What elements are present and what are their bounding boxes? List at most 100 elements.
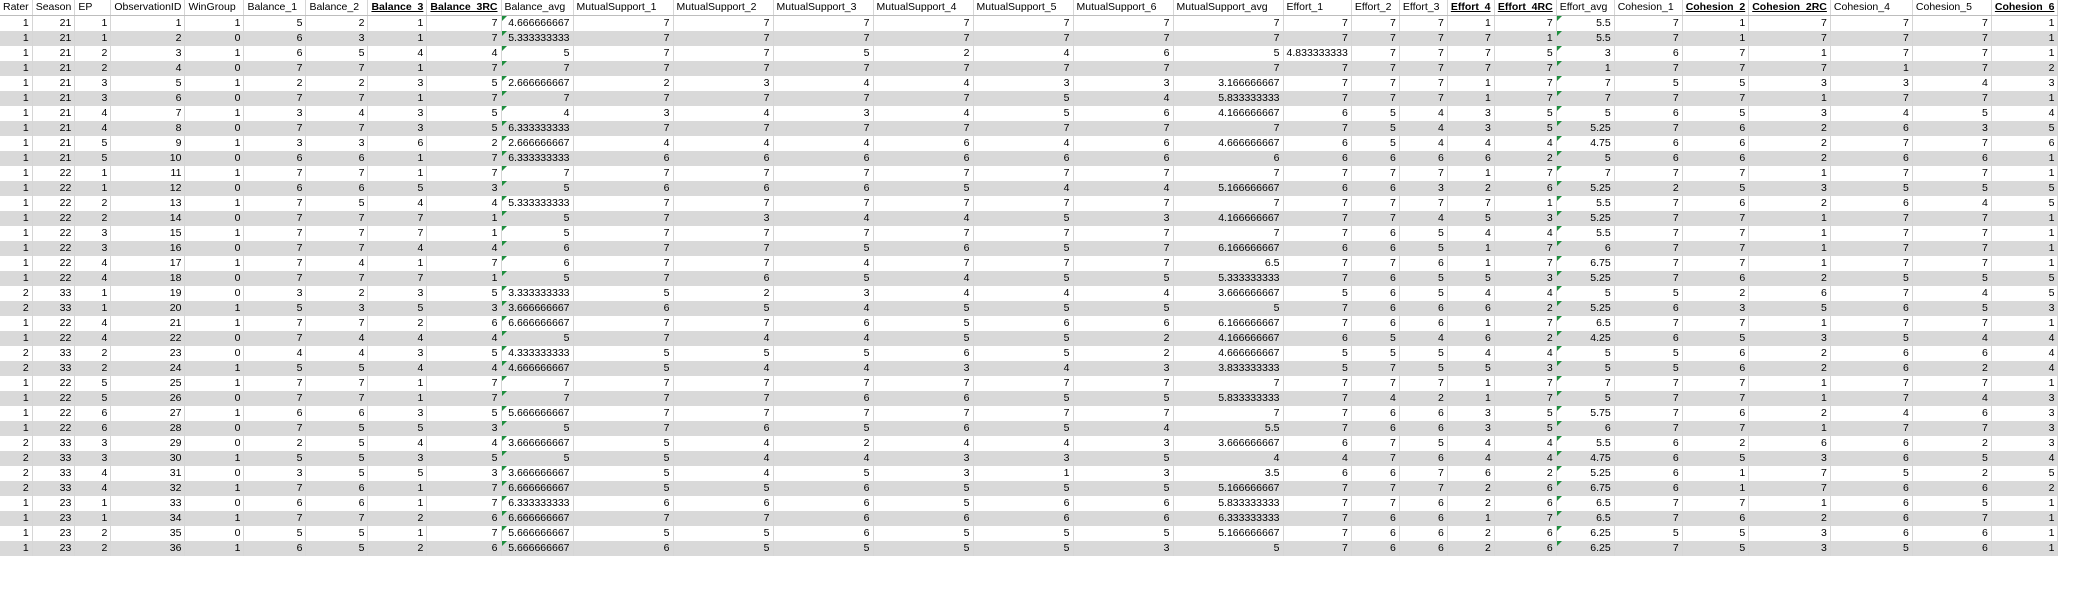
table-cell[interactable]: 4 bbox=[74, 256, 112, 271]
table-cell[interactable]: 6.333333333 bbox=[501, 151, 574, 166]
table-cell[interactable]: 7 bbox=[243, 226, 307, 241]
table-cell[interactable]: 2 bbox=[74, 46, 112, 61]
table-cell[interactable]: 5 bbox=[305, 196, 369, 211]
table-cell[interactable]: 5 bbox=[773, 541, 874, 556]
table-cell[interactable]: 6 bbox=[1682, 271, 1750, 286]
table-cell[interactable]: 1 bbox=[74, 31, 112, 46]
table-cell[interactable]: 22 bbox=[32, 391, 76, 406]
column-header[interactable]: Effort_2 bbox=[1351, 0, 1400, 16]
table-cell[interactable]: 7 bbox=[1351, 61, 1400, 76]
column-header[interactable]: Effort_3 bbox=[1399, 0, 1448, 16]
table-cell[interactable]: 1 bbox=[1447, 76, 1495, 91]
table-cell[interactable]: 2 bbox=[74, 211, 112, 226]
table-cell[interactable]: 6 bbox=[1614, 466, 1683, 481]
table-cell[interactable]: 26 bbox=[110, 391, 186, 406]
table-cell[interactable]: 1 bbox=[1991, 541, 2059, 556]
table-cell[interactable]: 5 bbox=[1399, 286, 1448, 301]
table-cell[interactable]: 6 bbox=[1351, 316, 1400, 331]
table-cell[interactable]: 7 bbox=[243, 271, 307, 286]
table-cell[interactable]: 7 bbox=[426, 526, 502, 541]
table-cell[interactable]: 6 bbox=[305, 481, 369, 496]
table-cell[interactable]: 4 bbox=[673, 106, 774, 121]
table-cell[interactable]: 27 bbox=[110, 406, 186, 421]
column-header[interactable]: EP bbox=[74, 0, 112, 16]
table-cell[interactable]: 7 bbox=[426, 481, 502, 496]
table-cell[interactable]: 1 bbox=[1991, 166, 2059, 181]
table-cell[interactable]: 5 bbox=[243, 361, 307, 376]
table-cell[interactable]: 4 bbox=[305, 346, 369, 361]
table-cell[interactable]: 2 bbox=[1748, 406, 1831, 421]
table-cell[interactable]: 7 bbox=[1494, 316, 1557, 331]
table-cell[interactable]: 4 bbox=[873, 286, 974, 301]
table-cell[interactable]: 5 bbox=[1682, 526, 1750, 541]
table-cell[interactable]: 2 bbox=[0, 451, 33, 466]
table-cell[interactable]: 2.666666667 bbox=[501, 136, 574, 151]
table-cell[interactable]: 7 bbox=[873, 61, 974, 76]
table-cell[interactable]: 5 bbox=[1494, 121, 1557, 136]
table-cell[interactable]: 6 bbox=[1912, 346, 1992, 361]
table-cell[interactable]: 16 bbox=[110, 241, 186, 256]
table-cell[interactable]: 7 bbox=[501, 91, 574, 106]
table-cell[interactable]: 4 bbox=[773, 331, 874, 346]
table-cell[interactable]: 5 bbox=[873, 181, 974, 196]
table-cell[interactable]: 7 bbox=[1748, 481, 1831, 496]
table-cell[interactable]: 7 bbox=[1682, 391, 1750, 406]
table-cell[interactable]: 6 bbox=[305, 151, 369, 166]
table-cell[interactable]: 4 bbox=[74, 316, 112, 331]
table-cell[interactable]: 6 bbox=[1682, 511, 1750, 526]
table-cell[interactable]: 6.166666667 bbox=[1173, 241, 1284, 256]
table-cell[interactable]: 6 bbox=[1073, 151, 1174, 166]
table-cell[interactable]: 1 bbox=[184, 136, 245, 151]
table-cell[interactable]: 4 bbox=[367, 331, 428, 346]
table-cell[interactable]: 1 bbox=[367, 391, 428, 406]
table-cell[interactable]: 5.25 bbox=[1556, 211, 1615, 226]
table-cell[interactable]: 7 bbox=[773, 196, 874, 211]
table-cell[interactable]: 7 bbox=[501, 391, 574, 406]
table-cell[interactable]: 7 bbox=[1073, 166, 1174, 181]
table-cell[interactable]: 3 bbox=[74, 226, 112, 241]
table-cell[interactable]: 1 bbox=[184, 46, 245, 61]
table-cell[interactable]: 6 bbox=[673, 271, 774, 286]
table-cell[interactable]: 3 bbox=[1399, 181, 1448, 196]
table-cell[interactable]: 34 bbox=[110, 511, 186, 526]
table-cell[interactable]: 4 bbox=[367, 241, 428, 256]
table-cell[interactable]: 4 bbox=[1399, 211, 1448, 226]
table-cell[interactable]: 5 bbox=[973, 346, 1074, 361]
table-cell[interactable]: 5 bbox=[973, 271, 1074, 286]
table-cell[interactable]: 22 bbox=[32, 271, 76, 286]
table-cell[interactable]: 23 bbox=[32, 496, 76, 511]
table-cell[interactable]: 3 bbox=[367, 451, 428, 466]
table-cell[interactable]: 6 bbox=[1351, 406, 1400, 421]
table-cell[interactable]: 6 bbox=[1682, 121, 1750, 136]
table-cell[interactable]: 21 bbox=[32, 46, 76, 61]
table-cell[interactable]: 5 bbox=[1614, 286, 1683, 301]
table-cell[interactable]: 5.166666667 bbox=[1173, 481, 1284, 496]
table-cell[interactable]: 7 bbox=[1283, 421, 1352, 436]
table-cell[interactable]: 7 bbox=[1351, 376, 1400, 391]
table-cell[interactable]: 1 bbox=[0, 406, 33, 421]
table-cell[interactable]: 7 bbox=[1351, 361, 1400, 376]
table-cell[interactable]: 1 bbox=[184, 15, 245, 31]
table-cell[interactable]: 1 bbox=[1991, 46, 2059, 61]
table-cell[interactable]: 2 bbox=[1748, 136, 1831, 151]
table-cell[interactable]: 4 bbox=[367, 361, 428, 376]
table-cell[interactable]: 2 bbox=[1494, 331, 1557, 346]
table-cell[interactable]: 2 bbox=[0, 286, 33, 301]
table-cell[interactable]: 6 bbox=[1494, 496, 1557, 511]
table-cell[interactable]: 7 bbox=[573, 316, 674, 331]
table-cell[interactable]: 7 bbox=[1614, 316, 1683, 331]
table-cell[interactable]: 6 bbox=[1991, 136, 2059, 151]
table-cell[interactable]: 3 bbox=[243, 286, 307, 301]
table-cell[interactable]: 5 bbox=[1682, 106, 1750, 121]
table-cell[interactable]: 5 bbox=[773, 346, 874, 361]
table-cell[interactable]: 22 bbox=[32, 421, 76, 436]
table-cell[interactable]: 33 bbox=[32, 436, 76, 451]
table-cell[interactable]: 4 bbox=[673, 136, 774, 151]
table-cell[interactable]: 6 bbox=[426, 541, 502, 556]
table-cell[interactable]: 7 bbox=[1283, 391, 1352, 406]
table-cell[interactable]: 7 bbox=[1830, 241, 1913, 256]
table-cell[interactable]: 1 bbox=[1991, 226, 2059, 241]
column-header[interactable]: MutualSupport_2 bbox=[673, 0, 774, 16]
table-cell[interactable]: 4 bbox=[1830, 406, 1913, 421]
table-cell[interactable]: 1 bbox=[1494, 196, 1557, 211]
